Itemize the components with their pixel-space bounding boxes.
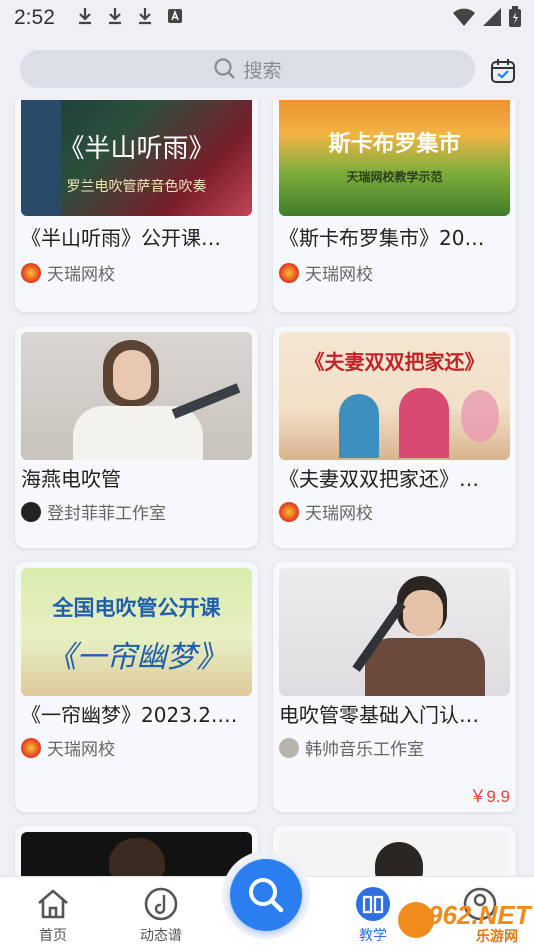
- thumb-subtitle: 天瑞网校教学示范: [346, 170, 443, 184]
- calendar-button[interactable]: [488, 56, 518, 86]
- wifi-icon: [453, 8, 475, 26]
- search-fab-inner: [230, 859, 302, 931]
- course-thumbnail: 全国电吹管公开课 《一帘幽梦》: [21, 568, 252, 696]
- course-card[interactable]: 全国电吹管公开课 《一帘幽梦》 《一帘幽梦》2023.2.… 天瑞网校: [15, 562, 258, 812]
- download-icon: [107, 7, 123, 30]
- music-disc-icon: [144, 887, 178, 921]
- search-icon: [249, 878, 284, 913]
- nav-dynamic-score-label: 动态谱: [140, 928, 182, 944]
- course-title: 海燕电吹管: [21, 467, 121, 491]
- author-name: 天瑞网校: [305, 265, 373, 285]
- course-thumbnail: [21, 832, 252, 876]
- book-icon: [356, 887, 390, 921]
- course-author: 登封菲菲工作室: [21, 499, 166, 524]
- course-title: 电吹管零基础入门认…: [279, 703, 479, 727]
- thumb-subtitle: 罗兰电吹管萨音色吹奏: [66, 179, 207, 195]
- thumb-subtitle: 《一帘幽梦》: [46, 640, 227, 675]
- app-notification-icon: [167, 7, 183, 29]
- tianrui-logo-icon: [279, 262, 299, 283]
- course-card[interactable]: 《半山听雨》 罗兰电吹管萨音色吹奏 《半山听雨》公开课… 天瑞网校: [15, 100, 258, 312]
- author-name: 登封菲菲工作室: [47, 504, 166, 524]
- course-card[interactable]: 电吹管零基础入门认… 韩帅音乐工作室 ￥9.9: [273, 562, 516, 812]
- course-author: 天瑞网校: [279, 499, 373, 524]
- status-bar: 2:52: [0, 0, 534, 36]
- course-card[interactable]: 斯卡布罗集市 天瑞网校教学示范 《斯卡布罗集市》20… 天瑞网校: [273, 100, 516, 312]
- course-title: 《一帘幽梦》2023.2.…: [21, 703, 238, 727]
- author-name: 韩帅音乐工作室: [305, 740, 424, 760]
- course-thumbnail: [21, 332, 252, 460]
- thumb-title: 《夫妻双双把家还》: [304, 350, 485, 374]
- search-placeholder: 搜索: [243, 59, 282, 82]
- course-thumbnail: [279, 832, 510, 876]
- course-thumbnail: 《夫妻双双把家还》: [279, 332, 510, 460]
- course-thumbnail: 斯卡布罗集市 天瑞网校教学示范: [279, 100, 510, 216]
- thumb-title: 全国电吹管公开课: [52, 595, 221, 620]
- course-title: 《半山听雨》公开课…: [21, 226, 221, 250]
- search-icon: [214, 58, 236, 79]
- course-author: 天瑞网校: [21, 260, 115, 285]
- course-thumbnail: 《半山听雨》 罗兰电吹管萨音色吹奏: [21, 100, 252, 216]
- watermark-sub: 乐游网: [476, 929, 518, 945]
- course-card[interactable]: [15, 826, 258, 876]
- author-name: 天瑞网校: [47, 265, 115, 285]
- course-title: 《斯卡布罗集市》20…: [279, 226, 485, 250]
- signal-icon: [483, 8, 501, 26]
- course-title: 《夫妻双双把家还》…: [279, 467, 479, 491]
- nav-dynamic-score[interactable]: 动态谱: [121, 885, 201, 945]
- author-name: 天瑞网校: [47, 740, 115, 760]
- course-card[interactable]: 海燕电吹管 登封菲菲工作室: [15, 326, 258, 548]
- calendar-icon: [491, 59, 515, 83]
- author-name: 天瑞网校: [305, 504, 373, 524]
- status-time: 2:52: [14, 6, 55, 29]
- thumb-title: 《半山听雨》: [58, 134, 215, 164]
- tianrui-logo-icon: [21, 737, 41, 758]
- tianrui-logo-icon: [279, 501, 299, 522]
- course-author: 天瑞网校: [21, 735, 115, 760]
- course-author: 韩帅音乐工作室: [279, 735, 424, 760]
- course-card[interactable]: [273, 826, 516, 876]
- search-row: 搜索: [0, 44, 534, 94]
- nav-home-label: 首页: [39, 928, 67, 944]
- home-icon: [38, 889, 68, 919]
- site-watermark: 962.NET 乐游网: [398, 900, 531, 946]
- course-thumbnail: [279, 568, 510, 696]
- search-fab[interactable]: [222, 851, 310, 939]
- battery-icon: [509, 6, 521, 27]
- search-input[interactable]: 搜索: [20, 50, 475, 88]
- tianrui-logo-icon: [21, 262, 41, 283]
- nav-home[interactable]: 首页: [13, 885, 93, 945]
- course-author: 天瑞网校: [279, 260, 373, 285]
- nav-teaching-label: 教学: [359, 928, 387, 944]
- course-price: ￥9.9: [469, 787, 510, 806]
- course-card[interactable]: 《夫妻双双把家还》 《夫妻双双把家还》… 天瑞网校: [273, 326, 516, 548]
- thumb-title: 斯卡布罗集市: [328, 132, 461, 157]
- download-icon: [77, 7, 93, 30]
- download-icon: [137, 7, 153, 30]
- studio-avatar: [21, 501, 41, 522]
- studio-avatar: [279, 737, 299, 758]
- course-grid: 《半山听雨》 罗兰电吹管萨音色吹奏 《半山听雨》公开课… 天瑞网校 斯卡布罗集市…: [0, 100, 534, 876]
